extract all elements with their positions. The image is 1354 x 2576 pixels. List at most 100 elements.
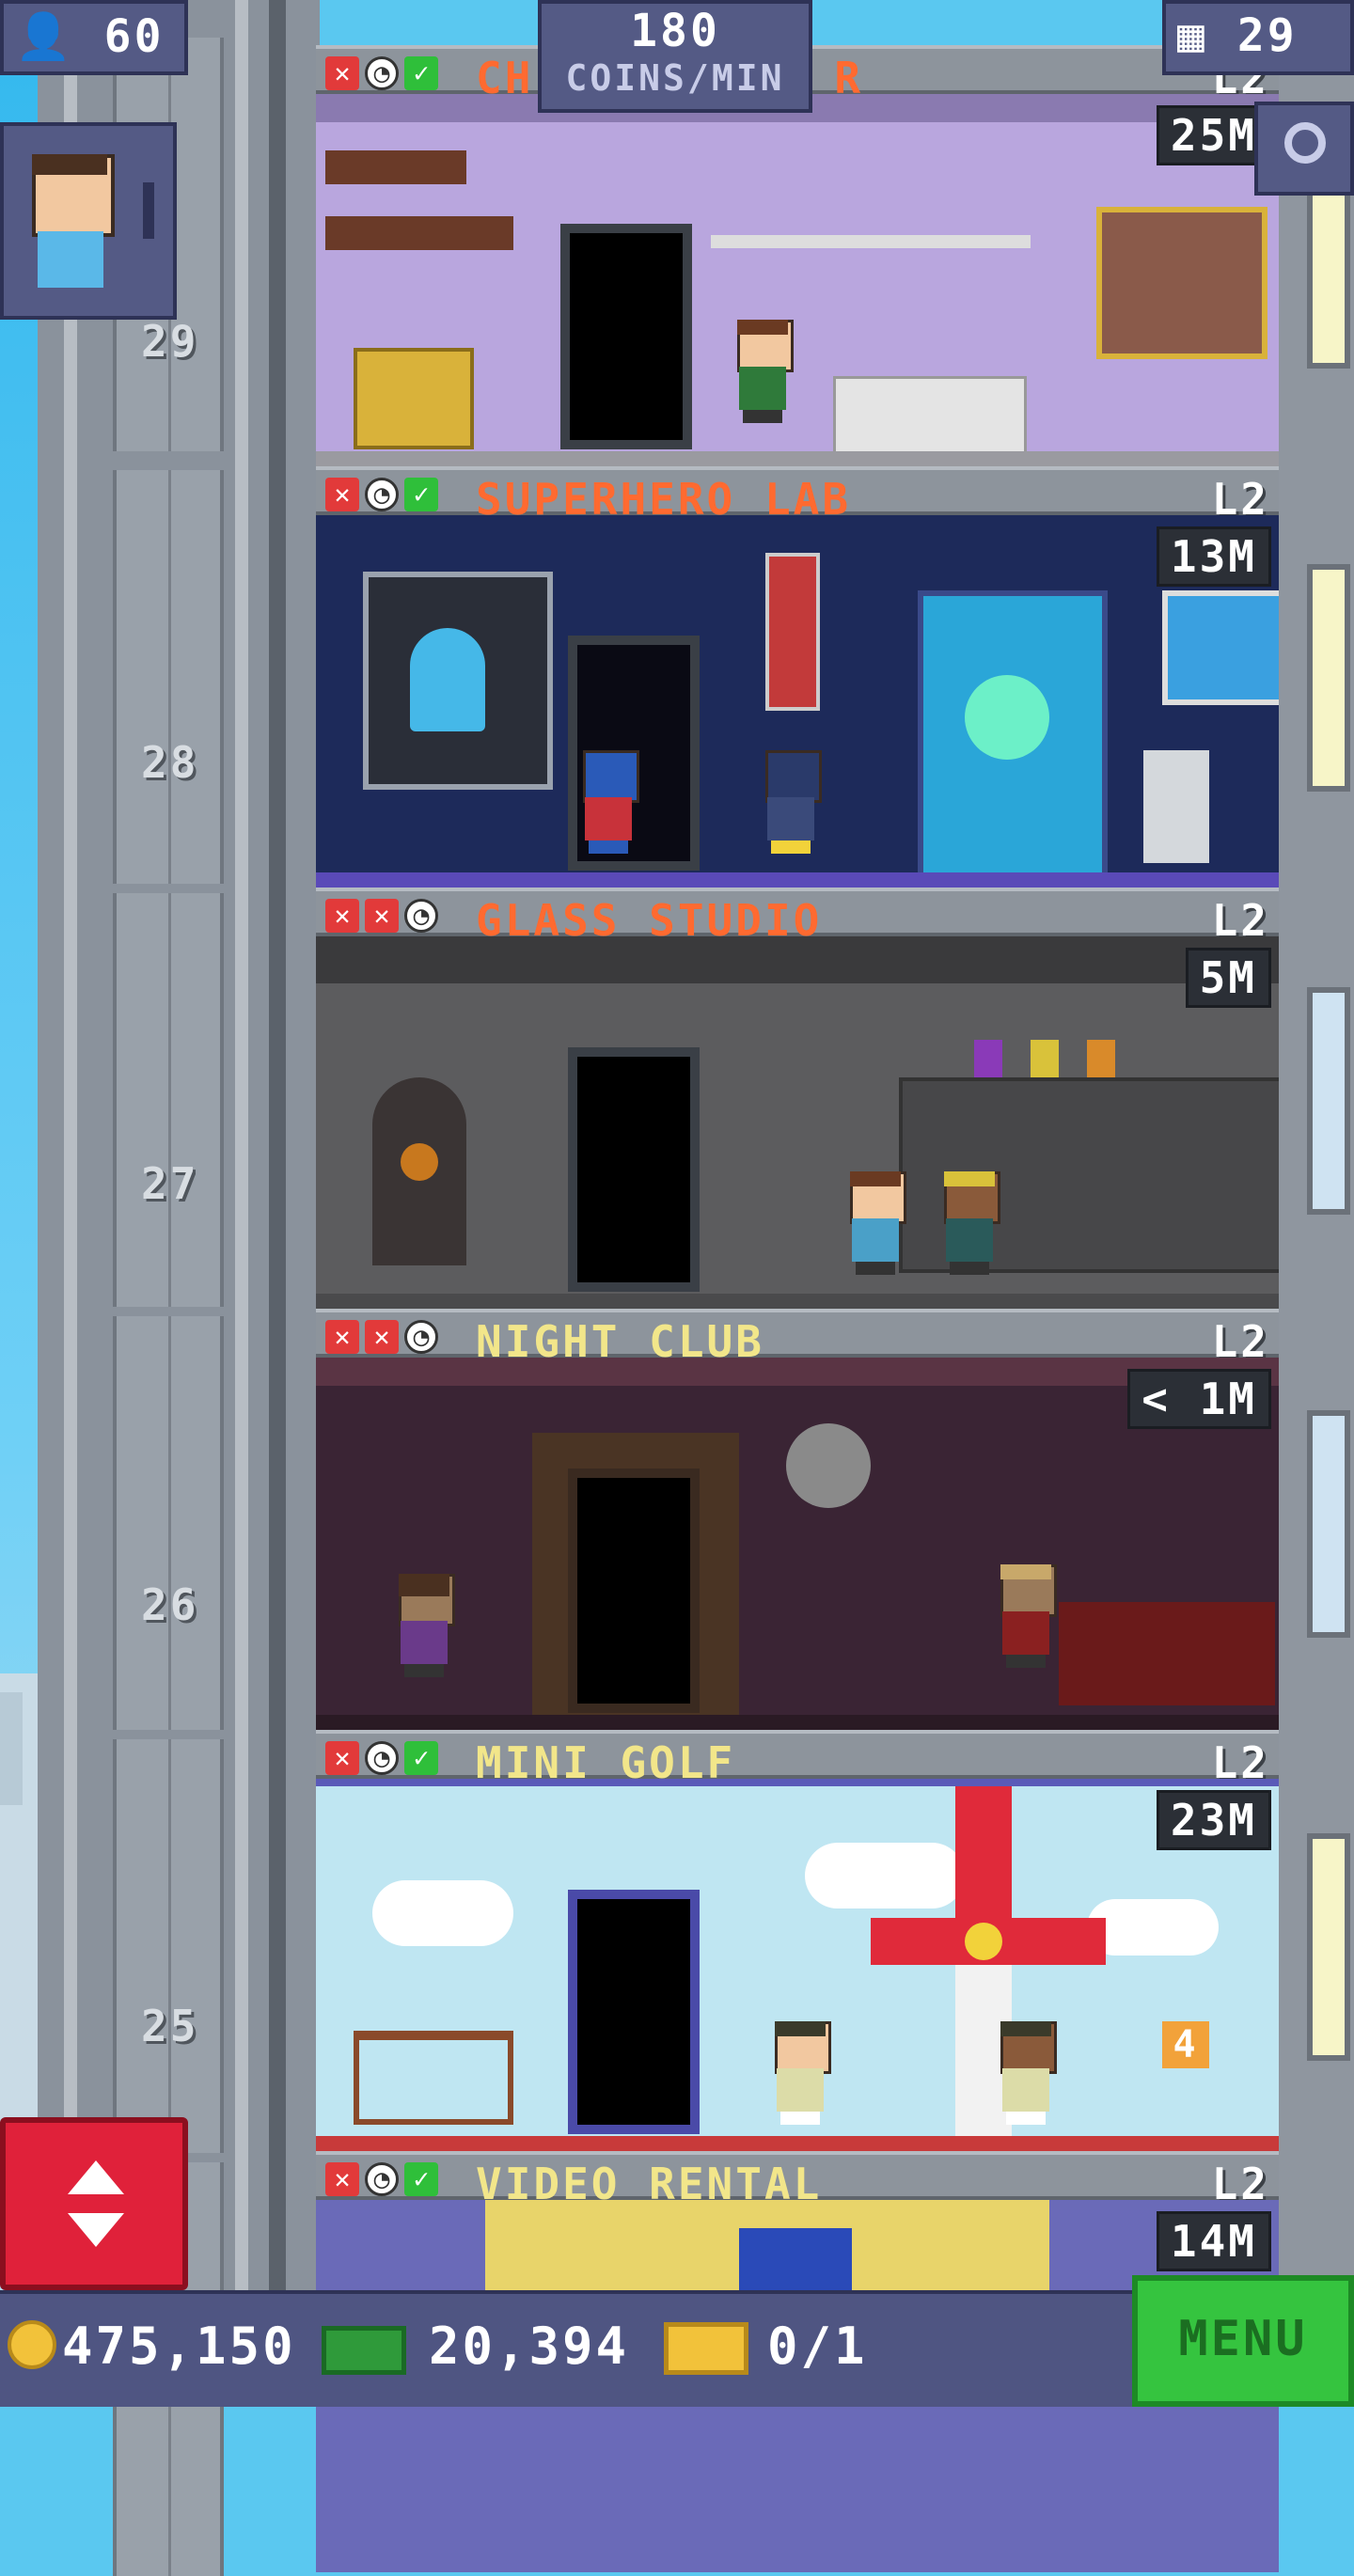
magnify-icon [1284,122,1326,164]
visitor-notification[interactable] [0,122,177,320]
x-icon: ✕ [325,2162,359,2196]
population-counter[interactable]: 👤 60 [0,0,188,75]
room-header: ✕ ◔ ✓ SUPERHERO LAB L2 [316,466,1279,525]
floor-count-value: 29 [1236,9,1298,62]
shaft-panel [113,470,224,884]
room-header: ✕ ✕ ◔ GLASS STUDIO L2 [316,887,1279,946]
x-icon: ✕ [325,899,359,933]
room-door [568,1890,700,2134]
room-timer: 23M [1156,1790,1271,1850]
bux-value: 20,394 [429,2317,630,2376]
windmill-hub [965,1923,1002,1960]
resident-character[interactable] [391,1574,457,1677]
coin-icon [8,2320,56,2369]
shaft-panel [113,893,224,1307]
check-icon: ✓ [404,2162,438,2196]
elevator-button[interactable] [0,2117,188,2290]
resident-character[interactable] [575,750,641,854]
person-icon: 👤 [15,10,74,63]
room-interior [316,515,1279,887]
room-door [568,1469,700,1713]
room-door [560,224,692,449]
room-timer: 14M [1156,2211,1271,2271]
shaft-panel [113,1739,224,2153]
resident-character[interactable] [993,2021,1059,2125]
window [1307,564,1350,792]
resident-character[interactable] [758,750,824,854]
room-header: ✕ ◔ ✓ VIDEO RENTAL L2 [316,2151,1279,2209]
x-icon: ✕ [325,1320,359,1354]
x-icon: ✕ [325,478,359,511]
window [1307,1410,1350,1638]
x-icon: ✕ [325,56,359,90]
tickets-value: 0/1 [767,2317,868,2376]
golf-hole-sign: 4 [1162,2021,1209,2068]
room-header: ✕ ◔ ✓ MINI GOLF L2 [316,1730,1279,1788]
floor-number: 26 [141,1579,199,1630]
ticket-icon [664,2322,748,2375]
room-timer: 5M [1185,948,1271,1008]
floor-room[interactable]: ✕ ✕ ◔ NIGHT CLUB L2 < 1M [316,1309,1279,1730]
coins-per-min-value: 180 [630,5,720,57]
cloud [1087,1899,1219,1956]
floor-room[interactable]: ✕ ◔ ✓ SUPERHERO LAB L2 13M [316,466,1279,887]
population-value: 60 [103,10,165,63]
floor-counter[interactable]: ▦ 29 [1162,0,1354,75]
floor-room[interactable]: ✕ ✕ ◔ GLASS STUDIO L2 5M [316,887,1279,1309]
shaft-rail [269,0,286,2407]
floor-number: 25 [141,2001,199,2051]
room-status-icons: ✕ ✕ ◔ [325,899,438,933]
clock-icon: ◔ [365,478,399,511]
x-icon: ✕ [365,899,399,933]
building-icon: ▦ [1177,9,1207,62]
resident-character[interactable] [993,1564,1059,1668]
room-interior [316,94,1279,466]
x-icon: ✕ [325,1741,359,1775]
check-icon: ✓ [404,478,438,511]
distant-building [0,1692,23,1805]
clock-icon: ◔ [365,1741,399,1775]
floor-number: 28 [141,737,199,788]
room-interior: 4 [316,1779,1279,2151]
resident-character[interactable] [730,320,795,423]
coins-per-min-panel: 180 COINS/MIN [538,0,812,113]
alert-icon [143,182,154,239]
up-arrow-icon [68,2160,124,2194]
resident-character[interactable] [842,1171,908,1275]
window [1307,1833,1350,2061]
x-icon: ✕ [365,1320,399,1354]
floor-room[interactable]: ✕ ◔ ✓ MINI GOLF L2 4 23M [316,1730,1279,2151]
check-icon: ✓ [404,1741,438,1775]
magnify-button[interactable] [1254,102,1354,196]
coins-value: 475,150 [62,2317,296,2376]
bux-icon [322,2326,406,2375]
floor-number: 29 [141,316,199,367]
clock-icon: ◔ [404,899,438,933]
cloud [372,1880,513,1946]
shaft-rail [235,0,248,2407]
room-status-icons: ✕ ◔ ✓ [325,56,438,90]
resident-character[interactable] [767,2021,833,2125]
room-status-icons: ✕ ◔ ✓ [325,1741,438,1775]
room-status-icons: ✕ ✕ ◔ [325,1320,438,1354]
resident-character[interactable] [937,1171,1002,1275]
room-header: ✕ ✕ ◔ NIGHT CLUB L2 [316,1309,1279,1367]
building-exterior-right [1279,0,1354,2407]
clock-icon: ◔ [365,2162,399,2196]
room-status-icons: ✕ ◔ ✓ [325,478,438,511]
check-icon: ✓ [404,56,438,90]
room-door [568,1047,700,1292]
clock-icon: ◔ [404,1320,438,1354]
disco-ball [786,1423,871,1508]
floor-number: 27 [141,1158,199,1209]
down-arrow-icon [68,2213,124,2247]
shaft-rail [64,0,77,2407]
menu-button[interactable]: MENU [1132,2275,1354,2407]
coins-per-min-label: COINS/MIN [565,57,785,99]
window [1307,987,1350,1215]
room-timer: 13M [1156,526,1271,587]
room-interior [316,936,1279,1309]
clock-icon: ◔ [365,56,399,90]
room-status-icons: ✕ ◔ ✓ [325,2162,438,2196]
room-timer: < 1M [1127,1369,1271,1429]
